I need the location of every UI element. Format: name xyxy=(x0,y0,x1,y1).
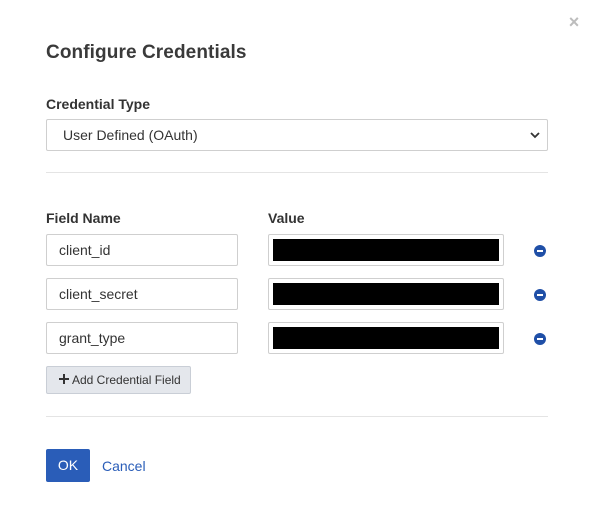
close-icon[interactable]: × xyxy=(566,13,582,31)
remove-field-icon[interactable] xyxy=(534,333,546,345)
redacted-value xyxy=(273,327,499,349)
field-name-value: client_secret xyxy=(59,286,138,302)
credential-type-selected-value: User Defined (OAuth) xyxy=(63,127,198,143)
plus-icon xyxy=(59,374,69,384)
remove-field-icon[interactable] xyxy=(534,289,546,301)
redacted-value xyxy=(273,239,499,261)
dialog-title: Configure Credentials xyxy=(46,42,247,63)
field-name-input[interactable]: client_secret xyxy=(46,278,238,310)
field-value-input[interactable] xyxy=(268,278,504,310)
field-value-input[interactable] xyxy=(268,234,504,266)
field-name-value: grant_type xyxy=(59,330,126,346)
value-header: Value xyxy=(268,210,305,226)
credential-type-label: Credential Type xyxy=(46,96,150,112)
field-name-input[interactable]: client_id xyxy=(46,234,238,266)
chevron-down-icon xyxy=(530,132,540,139)
add-credential-field-button[interactable]: Add Credential Field xyxy=(46,366,191,394)
field-name-header: Field Name xyxy=(46,210,121,226)
divider xyxy=(46,416,548,417)
field-name-value: client_id xyxy=(59,242,111,258)
ok-button[interactable]: OK xyxy=(46,449,90,482)
credential-type-select[interactable]: User Defined (OAuth) xyxy=(46,119,548,151)
divider xyxy=(46,172,548,173)
cancel-link[interactable]: Cancel xyxy=(102,458,146,474)
field-value-input[interactable] xyxy=(268,322,504,354)
redacted-value xyxy=(273,283,499,305)
field-name-input[interactable]: grant_type xyxy=(46,322,238,354)
remove-field-icon[interactable] xyxy=(534,245,546,257)
add-credential-field-label: Add Credential Field xyxy=(72,373,181,387)
